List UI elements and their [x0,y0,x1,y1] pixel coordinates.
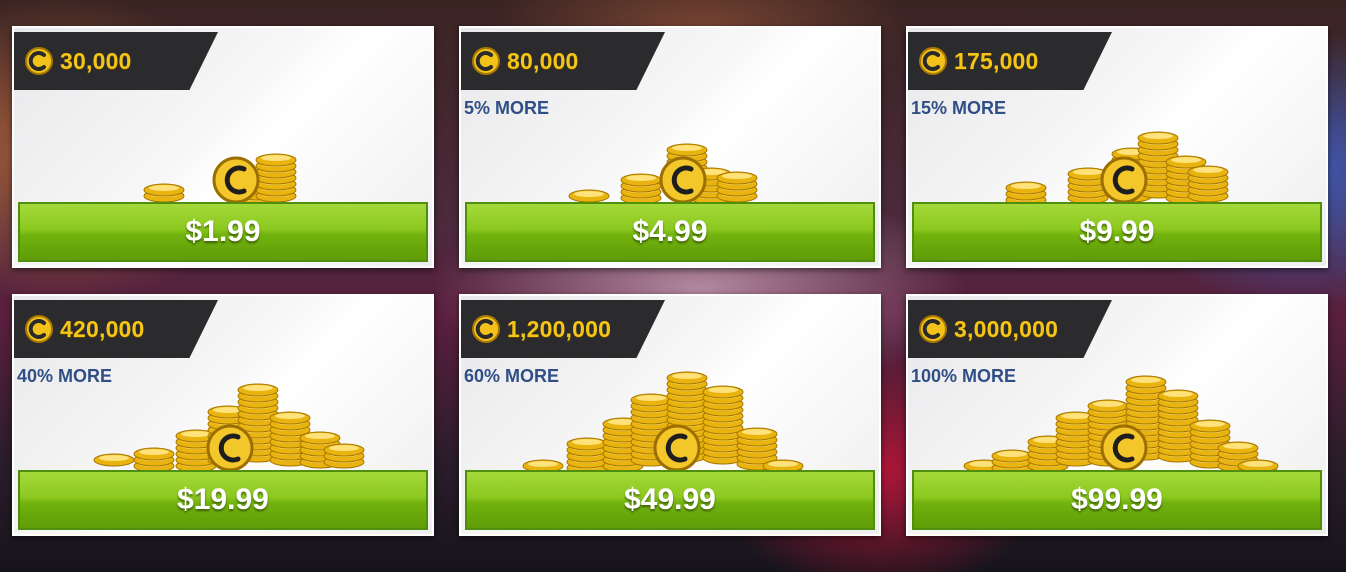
coin-pile-icon [93,383,365,472]
amount-ribbon: 1,200,000 [461,300,665,358]
buy-button[interactable]: $4.99 [465,202,875,262]
buy-button[interactable]: $9.99 [912,202,1322,262]
coin-amount: 80,000 [507,47,579,74]
c-coin-icon [25,315,53,343]
coin-amount: 420,000 [60,315,145,342]
coin-pack-card[interactable]: 420,000 40% MORE $19.99 [12,294,434,536]
coin-pile-icon [143,153,297,204]
coin-pile-icon [568,143,758,204]
coin-amount: 1,200,000 [507,315,612,342]
coin-pack-card[interactable]: 30,000 $1.99 [12,26,434,268]
coin-pack-card[interactable]: 1,200,000 60% MORE $49.99 [459,294,881,536]
coin-pile-icon [963,375,1279,472]
coin-pack-card[interactable]: 175,000 15% MORE $9.99 [906,26,1328,268]
coin-pile-icon [522,371,804,472]
price-label: $99.99 [1071,483,1163,516]
c-coin-icon [919,47,947,75]
buy-button[interactable]: $1.99 [18,202,428,262]
price-label: $49.99 [624,483,716,516]
amount-ribbon: 80,000 [461,32,665,90]
coin-pile-icon [1005,131,1229,204]
price-label: $1.99 [185,215,261,248]
coin-amount: 3,000,000 [954,315,1059,342]
price-label: $19.99 [177,483,269,516]
amount-ribbon: 30,000 [14,32,218,90]
coin-amount: 175,000 [954,47,1039,74]
c-coin-icon [472,315,500,343]
price-label: $9.99 [1079,215,1155,248]
coin-pack-card[interactable]: 80,000 5% MORE $4.99 [459,26,881,268]
buy-button[interactable]: $49.99 [465,470,875,530]
amount-ribbon: 3,000,000 [908,300,1112,358]
coin-amount: 30,000 [60,47,132,74]
price-label: $4.99 [632,215,708,248]
c-coin-icon [919,315,947,343]
buy-button[interactable]: $19.99 [18,470,428,530]
coin-store-grid: 30,000 $1.99 80,000 5% MORE $4.99 175,00… [0,0,1346,572]
c-coin-icon [25,47,53,75]
buy-button[interactable]: $99.99 [912,470,1322,530]
amount-ribbon: 175,000 [908,32,1112,90]
amount-ribbon: 420,000 [14,300,218,358]
coin-pack-card[interactable]: 3,000,000 100% MORE $99.99 [906,294,1328,536]
c-coin-icon [472,47,500,75]
